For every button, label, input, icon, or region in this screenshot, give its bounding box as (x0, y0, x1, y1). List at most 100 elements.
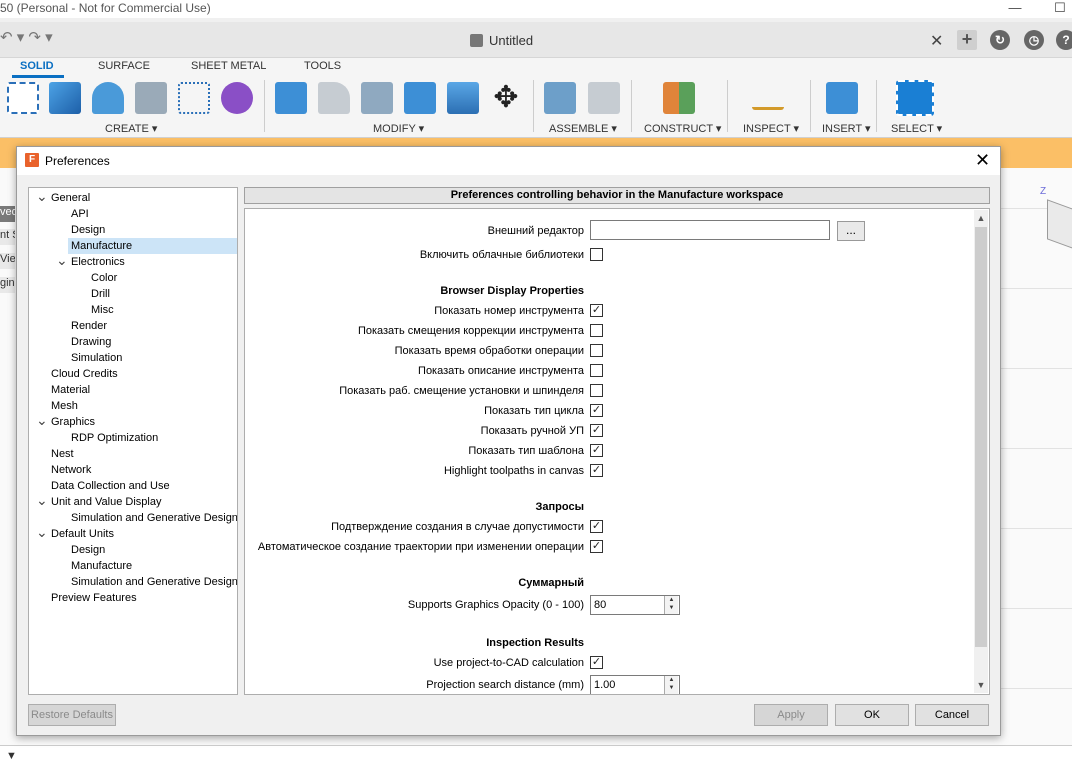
select-icon[interactable] (896, 80, 934, 116)
filter-icon[interactable]: ▼ (6, 750, 17, 762)
help-icon[interactable]: ? (1056, 30, 1072, 50)
joint-icon[interactable] (588, 82, 620, 114)
tree-item[interactable]: Manufacture (68, 558, 135, 574)
construct-menu[interactable]: CONSTRUCT ▾ (644, 122, 721, 135)
tree-item[interactable]: Material (48, 382, 93, 398)
option-checkbox[interactable]: ✓ (590, 464, 603, 477)
option-checkbox[interactable]: ✓ (590, 304, 603, 317)
insert-image-icon[interactable] (826, 82, 858, 114)
tree-expand-icon[interactable]: ⌄ (36, 525, 48, 539)
tree-expand-icon[interactable]: ⌄ (56, 253, 68, 267)
scroll-up-icon[interactable]: ▲ (974, 210, 988, 226)
tree-item[interactable]: Design (68, 542, 108, 558)
insert-menu[interactable]: INSERT ▾ (822, 122, 871, 135)
tree-item[interactable]: Drawing (68, 334, 114, 350)
tree-item[interactable]: Render (68, 318, 110, 334)
inspect-menu[interactable]: INSPECT ▾ (743, 122, 799, 135)
option-label: Highlight toolpaths in canvas (443, 465, 584, 477)
minimize-button[interactable]: — (1000, 0, 1030, 18)
tree-item[interactable]: General (48, 190, 93, 206)
revolve-icon[interactable] (92, 82, 124, 114)
tree-item[interactable]: Network (48, 462, 94, 478)
tree-item[interactable]: Electronics (68, 254, 128, 270)
measure-icon[interactable] (752, 88, 784, 110)
option-checkbox[interactable]: ✓ (590, 404, 603, 417)
tree-item[interactable]: Simulation (68, 350, 125, 366)
select-menu[interactable]: SELECT ▾ (891, 122, 942, 135)
assemble-menu[interactable]: ASSEMBLE ▾ (549, 122, 617, 135)
tree-item[interactable]: Color (88, 270, 120, 286)
tab-solid[interactable]: SOLID (20, 60, 54, 72)
browse-button[interactable]: ... (837, 221, 865, 241)
new-component-icon[interactable] (544, 82, 576, 114)
option-checkbox[interactable]: ✓ (590, 424, 603, 437)
document-tab[interactable]: Untitled ✕ (0, 22, 950, 58)
view-cube[interactable] (1047, 199, 1072, 249)
tree-expand-icon[interactable]: ⌄ (36, 189, 48, 203)
split-body-icon[interactable] (447, 82, 479, 114)
apply-button[interactable]: Apply (754, 704, 828, 726)
tree-item[interactable]: Mesh (48, 398, 81, 414)
tree-item[interactable]: Simulation and Generative Design (68, 510, 237, 526)
tree-item[interactable]: Nest (48, 446, 77, 462)
project-to-cad-checkbox[interactable]: ✓ (590, 656, 603, 669)
tree-item[interactable]: Data Collection and Use (48, 478, 173, 494)
restore-defaults-button[interactable]: Restore Defaults (28, 704, 116, 726)
content-scrollbar[interactable]: ▲ ▼ (974, 210, 988, 693)
tree-item[interactable]: Preview Features (48, 590, 140, 606)
hole-icon[interactable] (135, 82, 167, 114)
tab-tools[interactable]: TOOLS (304, 60, 341, 72)
new-tab-icon[interactable]: + (957, 30, 977, 50)
cancel-button[interactable]: Cancel (915, 704, 989, 726)
tree-item[interactable]: Drill (88, 286, 113, 302)
document-tab-title: Untitled (489, 33, 534, 48)
graphics-opacity-spinner[interactable]: ▲ ▼ (664, 596, 678, 614)
shell-icon[interactable] (361, 82, 393, 114)
preferences-tree[interactable]: ⌄ General API Design Manufacture ⌄ Electronics… (28, 187, 238, 695)
modify-menu[interactable]: MODIFY ▾ (373, 122, 424, 135)
tree-item[interactable]: Design (68, 222, 108, 238)
extensions-icon[interactable]: ↻ (990, 30, 1010, 50)
fillet-icon[interactable] (318, 82, 350, 114)
tab-surface[interactable]: SURFACE (98, 60, 150, 72)
group-divider (533, 80, 534, 132)
tree-item[interactable]: RDP Optimization (68, 430, 161, 446)
combine-icon[interactable] (404, 82, 436, 114)
create-sketch-icon[interactable] (7, 82, 39, 114)
option-checkbox[interactable] (590, 364, 603, 377)
scroll-down-icon[interactable]: ▼ (974, 677, 988, 693)
option-checkbox[interactable] (590, 344, 603, 357)
dialog-close-icon[interactable]: ✕ (975, 150, 990, 171)
ok-button[interactable]: OK (835, 704, 909, 726)
tree-item[interactable]: Default Units (48, 526, 117, 542)
maximize-button[interactable]: ☐ (1045, 0, 1072, 18)
offset-plane-icon[interactable] (663, 82, 695, 114)
option-checkbox[interactable]: ✓ (590, 444, 603, 457)
tree-item[interactable]: API (68, 206, 92, 222)
tree-item[interactable]: Cloud Credits (48, 366, 121, 382)
option-checkbox[interactable] (590, 384, 603, 397)
tree-item[interactable]: Unit and Value Display (48, 494, 164, 510)
external-editor-input[interactable] (590, 220, 830, 240)
pattern-icon[interactable] (178, 82, 210, 114)
tree-item[interactable]: Manufacture (68, 238, 237, 254)
tree-expand-icon[interactable]: ⌄ (36, 413, 48, 427)
tree-expand-icon[interactable]: ⌄ (36, 493, 48, 507)
tree-item[interactable]: Simulation and Generative Design (68, 574, 237, 590)
option-checkbox[interactable] (590, 324, 603, 337)
tree-item[interactable]: Misc (88, 302, 117, 318)
job-status-icon[interactable]: ◷ (1024, 30, 1044, 50)
create-menu[interactable]: CREATE ▾ (105, 122, 157, 135)
cloud-libraries-checkbox[interactable] (590, 248, 603, 261)
document-tab-close-icon[interactable]: ✕ (930, 31, 943, 51)
option-checkbox[interactable]: ✓ (590, 520, 603, 533)
extrude-icon[interactable] (49, 82, 81, 114)
move-icon[interactable]: ✥ (490, 82, 522, 114)
press-pull-icon[interactable] (275, 82, 307, 114)
option-checkbox[interactable]: ✓ (590, 540, 603, 553)
projection-distance-spinner[interactable]: ▲ ▼ (664, 676, 678, 694)
scroll-thumb[interactable] (975, 227, 987, 647)
tree-item[interactable]: Graphics (48, 414, 98, 430)
form-icon[interactable] (221, 82, 253, 114)
tab-sheet-metal[interactable]: SHEET METAL (191, 60, 266, 72)
